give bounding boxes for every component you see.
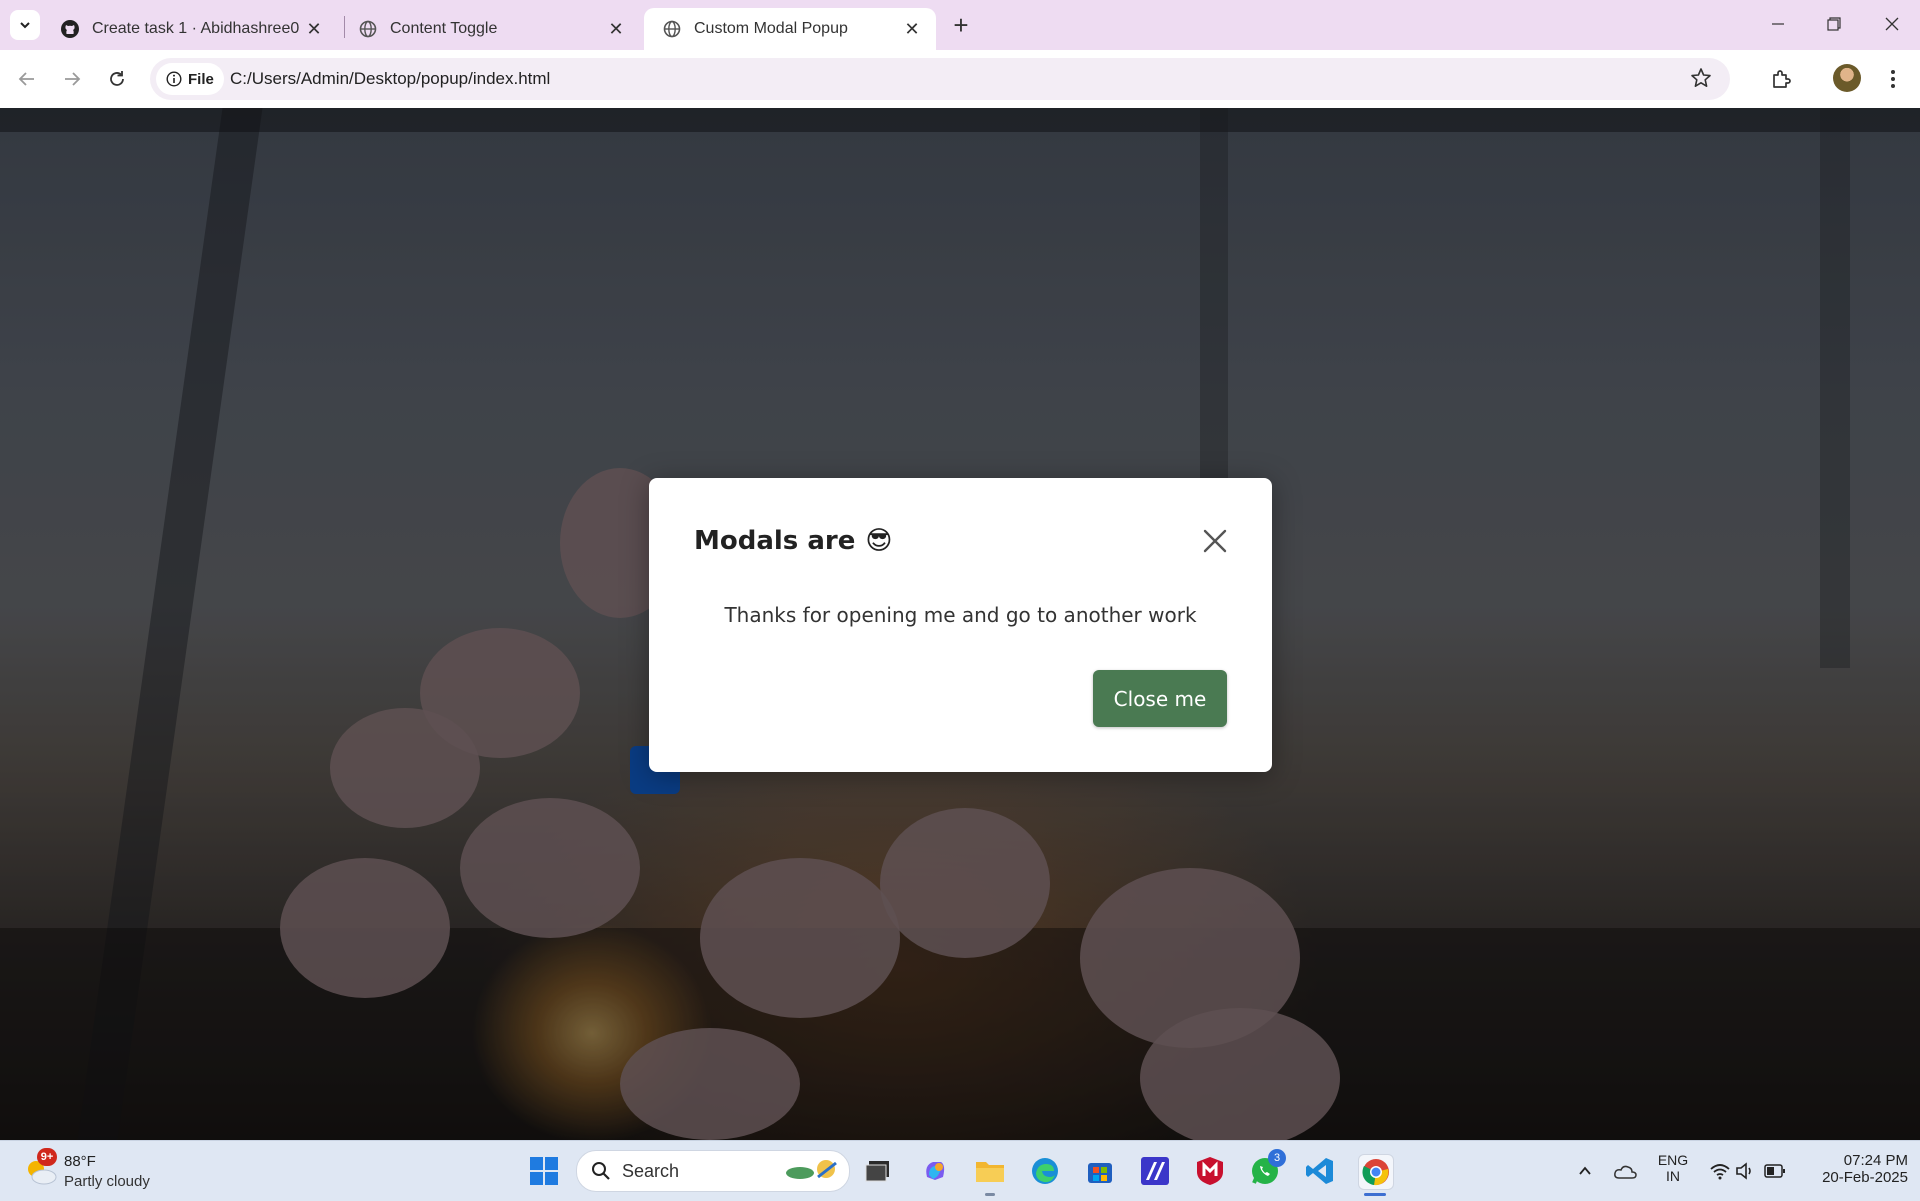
new-tab-button[interactable]: + — [946, 10, 976, 40]
search-label: Search — [622, 1161, 680, 1181]
close-icon[interactable] — [1202, 528, 1228, 554]
clock[interactable]: 07:24 PM 20-Feb-2025 — [1800, 1152, 1920, 1186]
address-bar[interactable]: File C:/Users/Admin/Desktop/popup/index.… — [150, 58, 1730, 100]
language-code: ENG — [1657, 1152, 1689, 1168]
show-hidden-icons-button[interactable] — [1568, 1154, 1602, 1188]
info-icon — [166, 71, 182, 87]
arrow-left-icon — [18, 72, 34, 86]
close-me-button[interactable]: Close me — [1093, 670, 1227, 727]
browser-toolbar: File C:/Users/Admin/Desktop/popup/index.… — [0, 50, 1920, 109]
more-vertical-icon — [1891, 70, 1895, 88]
clock-date: 20-Feb-2025 — [1822, 1169, 1908, 1186]
chevron-down-icon — [20, 22, 30, 29]
reload-icon — [110, 71, 124, 86]
volume-icon[interactable] — [1730, 1154, 1760, 1188]
close-tab-icon[interactable]: ✕ — [898, 15, 926, 43]
globe-icon — [662, 19, 682, 39]
region-code: IN — [1666, 1168, 1680, 1184]
temperature: 88°F — [64, 1153, 96, 1170]
start-button[interactable] — [527, 1154, 561, 1188]
tab-custom-modal-popup[interactable]: Custom Modal Popup ✕ — [644, 8, 936, 50]
weather-condition: Partly cloudy — [64, 1173, 150, 1190]
windows-logo-icon — [530, 1157, 558, 1185]
tab-search-button[interactable] — [10, 10, 40, 40]
github-icon — [60, 19, 80, 39]
powerautomate-icon[interactable] — [1138, 1154, 1172, 1188]
globe-icon — [358, 19, 378, 39]
onedrive-icon[interactable] — [1608, 1154, 1642, 1188]
modal-dialog: Modals are 😎 Thanks for opening me and g… — [649, 478, 1272, 772]
minimize-button[interactable] — [1750, 0, 1806, 48]
arrow-right-icon — [65, 72, 81, 86]
copilot-icon[interactable] — [918, 1154, 952, 1188]
chevron-up-icon — [1579, 1166, 1591, 1175]
close-tab-icon[interactable]: ✕ — [300, 15, 328, 43]
extensions-button[interactable] — [1764, 62, 1798, 96]
weather-badge: 9+ — [37, 1148, 57, 1166]
restore-icon — [1827, 17, 1841, 31]
chrome-icon[interactable] — [1358, 1154, 1394, 1190]
battery-icon[interactable] — [1760, 1154, 1790, 1188]
mcafee-icon[interactable] — [1193, 1154, 1227, 1188]
security-chip-label: File — [188, 70, 214, 88]
minimize-icon — [1772, 23, 1784, 25]
active-app-indicator — [1364, 1193, 1386, 1196]
microsoft-store-icon[interactable] — [1083, 1154, 1117, 1188]
browser-menu-button[interactable] — [1876, 62, 1910, 96]
forward-button[interactable] — [55, 62, 89, 96]
reload-button[interactable] — [100, 62, 134, 96]
profile-avatar[interactable] — [1833, 64, 1861, 92]
tab-content-toggle[interactable]: Content Toggle ✕ — [340, 8, 640, 50]
sunglasses-emoji-icon: 😎 — [865, 526, 893, 556]
language-indicator[interactable]: ENG IN — [1650, 1152, 1696, 1184]
modal-title-text: Modals are — [694, 526, 856, 556]
whatsapp-badge: 3 — [1268, 1149, 1286, 1167]
search-icon — [592, 1162, 610, 1180]
tab-title: Create task 1 · Abidhashree03/B — [92, 20, 300, 37]
url-text[interactable]: C:/Users/Admin/Desktop/popup/index.html — [230, 69, 550, 89]
search-highlight-icon — [786, 1160, 837, 1179]
site-info-chip[interactable]: File — [156, 63, 224, 95]
running-indicator — [985, 1193, 995, 1196]
edge-icon[interactable] — [1028, 1154, 1062, 1188]
page-background: Modals are 😎 Thanks for opening me and g… — [0, 108, 1920, 1140]
close-window-button[interactable] — [1864, 0, 1920, 48]
puzzle-icon — [1773, 70, 1791, 88]
bookmark-star-icon[interactable] — [1690, 67, 1712, 94]
windows-taskbar: 9+ 88°F Partly cloudy Search 3 ENG IN 07… — [0, 1140, 1920, 1201]
back-button[interactable] — [10, 62, 44, 96]
restore-button[interactable] — [1806, 0, 1862, 48]
tab-strip: Create task 1 · Abidhashree03/B ✕ Conten… — [0, 0, 1920, 50]
tab-title: Custom Modal Popup — [694, 20, 848, 37]
clock-time: 07:24 PM — [1843, 1152, 1908, 1169]
file-explorer-icon[interactable] — [973, 1154, 1007, 1188]
close-icon — [1885, 17, 1899, 31]
close-tab-icon[interactable]: ✕ — [602, 15, 630, 43]
modal-message: Thanks for opening me and go to another … — [724, 603, 1197, 627]
tab-create-task[interactable]: Create task 1 · Abidhashree03/B ✕ — [42, 8, 338, 50]
taskbar-search[interactable]: Search — [576, 1150, 850, 1192]
task-view-icon[interactable] — [861, 1154, 895, 1188]
vscode-icon[interactable] — [1303, 1154, 1337, 1188]
modal-title: Modals are 😎 — [694, 526, 892, 556]
tab-title: Content Toggle — [390, 20, 498, 37]
